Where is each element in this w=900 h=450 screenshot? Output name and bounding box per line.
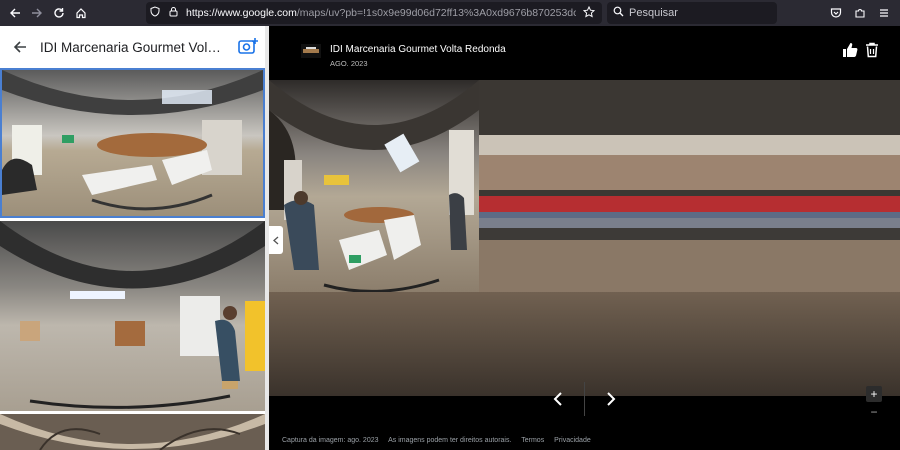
search-placeholder: Pesquisar [629,7,678,19]
place-title: IDI Marcenaria Gourmet Volta R... [40,39,224,55]
reload-icon[interactable] [48,2,70,24]
viewer-title: IDI Marcenaria Gourmet Volta Redonda [330,44,506,55]
back-arrow-icon[interactable] [0,26,40,68]
copyright-text: As imagens podem ter direitos autorais. [388,437,512,444]
star-icon[interactable] [580,5,598,21]
url-text[interactable]: https://www.google.com/maps/uv?pb=!1s0x9… [186,7,576,19]
search-bar[interactable]: Pesquisar [607,2,777,24]
photo-thumbnail[interactable] [0,414,265,450]
shield-icon[interactable] [146,6,164,20]
photo-viewer: IDI Marcenaria Gourmet Volta Redonda AGO… [269,26,900,450]
thumbs-up-icon[interactable] [842,42,858,58]
zoom-in-icon[interactable]: + [866,386,882,402]
forward-arrow-icon[interactable] [26,2,48,24]
extensions-icon[interactable] [848,2,872,24]
panorama-image[interactable] [269,80,900,396]
capture-date-text: Captura da imagem: ago. 2023 [282,437,379,444]
search-icon [607,6,629,20]
add-photo-icon[interactable] [237,36,259,58]
zoom-out-icon[interactable]: − [866,405,882,421]
viewer-date: AGO. 2023 [330,59,368,68]
back-arrow-icon[interactable] [4,2,26,24]
home-icon[interactable] [70,2,92,24]
url-host: https://www.google.com [186,7,297,19]
viewer-header: IDI Marcenaria Gourmet Volta Redonda AGO… [269,26,900,80]
privacy-link[interactable]: Privacidade [554,437,591,444]
collapse-panel-button[interactable] [269,226,283,254]
panel-header: IDI Marcenaria Gourmet Volta R... [0,26,265,68]
viewer-footer: Captura da imagem: ago. 2023 As imagens … [282,437,599,444]
terms-link[interactable]: Termos [521,437,544,444]
chevron-left-icon[interactable] [549,388,567,410]
url-bar[interactable]: https://www.google.com/maps/uv?pb=!1s0x9… [146,2,602,24]
photo-thumbnail[interactable] [0,221,265,411]
menu-icon[interactable] [872,2,896,24]
nav-divider [584,382,585,416]
lock-icon[interactable] [164,6,182,20]
chevron-right-icon[interactable] [602,388,620,410]
trash-icon[interactable] [865,42,879,58]
url-path: /maps/uv?pb=!1s0x9e99d06d72ff13%3A0xd967… [296,7,576,19]
photo-list-panel: IDI Marcenaria Gourmet Volta R... [0,26,265,450]
browser-toolbar: https://www.google.com/maps/uv?pb=!1s0x9… [0,0,900,26]
toolbar-right-buttons [824,2,896,24]
place-avatar [301,44,321,58]
photo-thumbnail-selected[interactable] [0,68,265,218]
pocket-icon[interactable] [824,2,848,24]
